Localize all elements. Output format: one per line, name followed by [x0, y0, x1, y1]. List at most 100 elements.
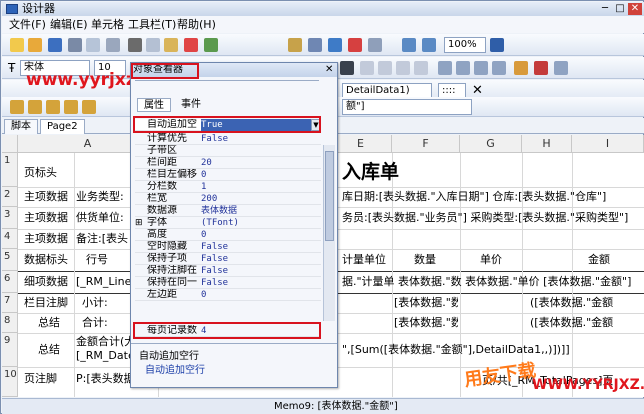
- prop-value[interactable]: 200: [201, 193, 321, 205]
- pen-icon[interactable]: [340, 61, 354, 75]
- prop-row[interactable]: 空时隐藏 False: [135, 241, 321, 253]
- prop-value[interactable]: 20: [201, 157, 321, 169]
- row6-detail-fields[interactable]: 据."计量单 表体数据."数 表体数据."单价 [表体数据."金额"]: [342, 274, 642, 290]
- prop-row[interactable]: 保持注脚在 False: [135, 265, 321, 277]
- menu-help[interactable]: 帮助(H): [174, 17, 219, 32]
- prop-value[interactable]: 0: [201, 289, 321, 301]
- prop-value[interactable]: (TFont): [201, 217, 321, 229]
- header-quantity[interactable]: 数量: [414, 252, 454, 268]
- column-header-e[interactable]: E: [330, 135, 392, 153]
- row7-cell-a[interactable]: 小计:: [82, 295, 134, 311]
- menu-edit[interactable]: 编辑(E): [47, 17, 91, 32]
- menu-toolbar[interactable]: 工具栏(T): [125, 17, 179, 32]
- prop-row[interactable]: ⊞ 字体 (TFont): [135, 217, 321, 229]
- prop-row[interactable]: 栏宽 200: [135, 193, 321, 205]
- format-icon[interactable]: [422, 38, 436, 52]
- minimize-button[interactable]: ─: [598, 3, 612, 15]
- prop-value[interactable]: 1: [201, 181, 321, 193]
- prop-row[interactable]: 保持在同一 False: [135, 277, 321, 289]
- row7-quantity-sum[interactable]: [表体数据."数: [394, 295, 458, 311]
- prop-value[interactable]: 0: [201, 169, 321, 181]
- row3-cell-a[interactable]: 供货单位:: [76, 210, 134, 226]
- row8-cell-a[interactable]: 合计:: [82, 315, 134, 331]
- zoom-select[interactable]: 100%: [444, 37, 486, 53]
- find-icon[interactable]: [106, 38, 120, 52]
- expand-icon[interactable]: ⊞: [135, 217, 143, 229]
- object-inspector-panel[interactable]: 对象查看器 ✕ 属性 事件 自动追加空 True ▼ 计算优先 False 子带区…: [130, 62, 338, 388]
- align-right-icon[interactable]: [396, 61, 410, 75]
- band-down-icon[interactable]: [82, 100, 96, 114]
- fill-color-icon[interactable]: [514, 61, 528, 75]
- paste-icon[interactable]: [164, 38, 178, 52]
- prop-row[interactable]: 子带区: [135, 145, 321, 157]
- align-justify-icon[interactable]: [414, 61, 428, 75]
- copy-icon[interactable]: [146, 38, 160, 52]
- band-up-icon[interactable]: [64, 100, 78, 114]
- row6-cell-a[interactable]: [_RM_Line]: [76, 274, 134, 290]
- row-header-6[interactable]: 6: [2, 271, 18, 293]
- band-add-icon[interactable]: [28, 100, 42, 114]
- header-amount[interactable]: 金额: [588, 252, 628, 268]
- rotate-icon[interactable]: [492, 61, 506, 75]
- prop-value[interactable]: False: [201, 253, 321, 265]
- print-icon[interactable]: [68, 38, 82, 52]
- maximize-button[interactable]: □: [613, 3, 627, 15]
- prop-row[interactable]: 保持子项 False: [135, 253, 321, 265]
- header-unit[interactable]: 计量单位: [342, 252, 390, 268]
- band-icon[interactable]: [10, 100, 24, 114]
- insert-icon[interactable]: [288, 38, 302, 52]
- prop-value[interactable]: False: [201, 241, 321, 253]
- grid-icon[interactable]: [328, 38, 342, 52]
- row-header-9[interactable]: 9: [2, 333, 18, 367]
- valign-bottom-icon[interactable]: [474, 61, 488, 75]
- prop-value[interactable]: False: [201, 265, 321, 277]
- row10-cell-a[interactable]: P:[表头数据: [76, 371, 134, 387]
- inspector-close-icon[interactable]: ✕: [325, 64, 333, 76]
- column-header-i[interactable]: I: [572, 135, 644, 153]
- menu-file[interactable]: 文件(F): [6, 17, 49, 32]
- row9-cell-a[interactable]: 金额合计(大 [_RM_Date]: [76, 335, 134, 363]
- row-header-2[interactable]: 2: [2, 187, 18, 207]
- row8-quantity-sum[interactable]: [表体数据."数: [394, 315, 458, 331]
- font-color-icon[interactable]: [534, 61, 548, 75]
- prop-row[interactable]: 栏目左偏移 0: [135, 169, 321, 181]
- row-header-10[interactable]: 10: [2, 367, 18, 397]
- prop-row[interactable]: 数据源 表体数据: [135, 205, 321, 217]
- prop-value[interactable]: False: [201, 133, 321, 145]
- valign-top-icon[interactable]: [438, 61, 452, 75]
- tab-events[interactable]: 事件: [175, 98, 207, 112]
- scrollbar-thumb[interactable]: [325, 151, 334, 241]
- prop-row[interactable]: 高度 0: [135, 229, 321, 241]
- row-header-7[interactable]: 7: [2, 293, 18, 313]
- row-header-8[interactable]: 8: [2, 313, 18, 333]
- tab-script[interactable]: 脚本: [4, 119, 38, 134]
- field-text-input[interactable]: 额"]: [342, 99, 472, 115]
- save-icon[interactable]: [48, 38, 62, 52]
- merge-icon[interactable]: [368, 38, 382, 52]
- band-delete-icon[interactable]: [46, 100, 60, 114]
- tab-properties[interactable]: 属性: [137, 98, 171, 112]
- prop-row[interactable]: 栏间距 20: [135, 157, 321, 169]
- prop-row[interactable]: 左边距 0: [135, 289, 321, 301]
- prop-value[interactable]: 0: [201, 229, 321, 241]
- undo-icon[interactable]: [204, 38, 218, 52]
- row2-header-fields[interactable]: 库日期:[表头数据."入库日期"] 仓库:[表头数据."仓库"]: [342, 189, 642, 205]
- prop-row[interactable]: 分栏数 1: [135, 181, 321, 193]
- row2-cell-a[interactable]: 业务类型:: [76, 189, 134, 205]
- row9-total-formula[interactable]: ",[Sum([表体数据."金额"],DetailData1,,)])]]: [342, 342, 642, 358]
- row4-cell-a[interactable]: 备注:[表头: [76, 231, 134, 247]
- row5-cell-a[interactable]: 行号: [86, 252, 132, 268]
- open-icon[interactable]: [28, 38, 42, 52]
- prop-value[interactable]: False: [201, 277, 321, 289]
- exit-icon[interactable]: [490, 38, 504, 52]
- row7-amount-sum[interactable]: ([表体数据."金额: [530, 295, 640, 311]
- inspector-scrollbar[interactable]: [323, 145, 335, 321]
- tab-page2[interactable]: Page2: [40, 119, 85, 134]
- column-header-f[interactable]: F: [392, 135, 460, 153]
- row-header-1[interactable]: 1: [2, 153, 18, 187]
- table-icon[interactable]: [308, 38, 322, 52]
- row8-amount-sum[interactable]: ([表体数据."金额: [530, 315, 640, 331]
- cut-icon[interactable]: [128, 38, 142, 52]
- row-header-5[interactable]: 5: [2, 249, 18, 271]
- row-header-3[interactable]: 3: [2, 207, 18, 229]
